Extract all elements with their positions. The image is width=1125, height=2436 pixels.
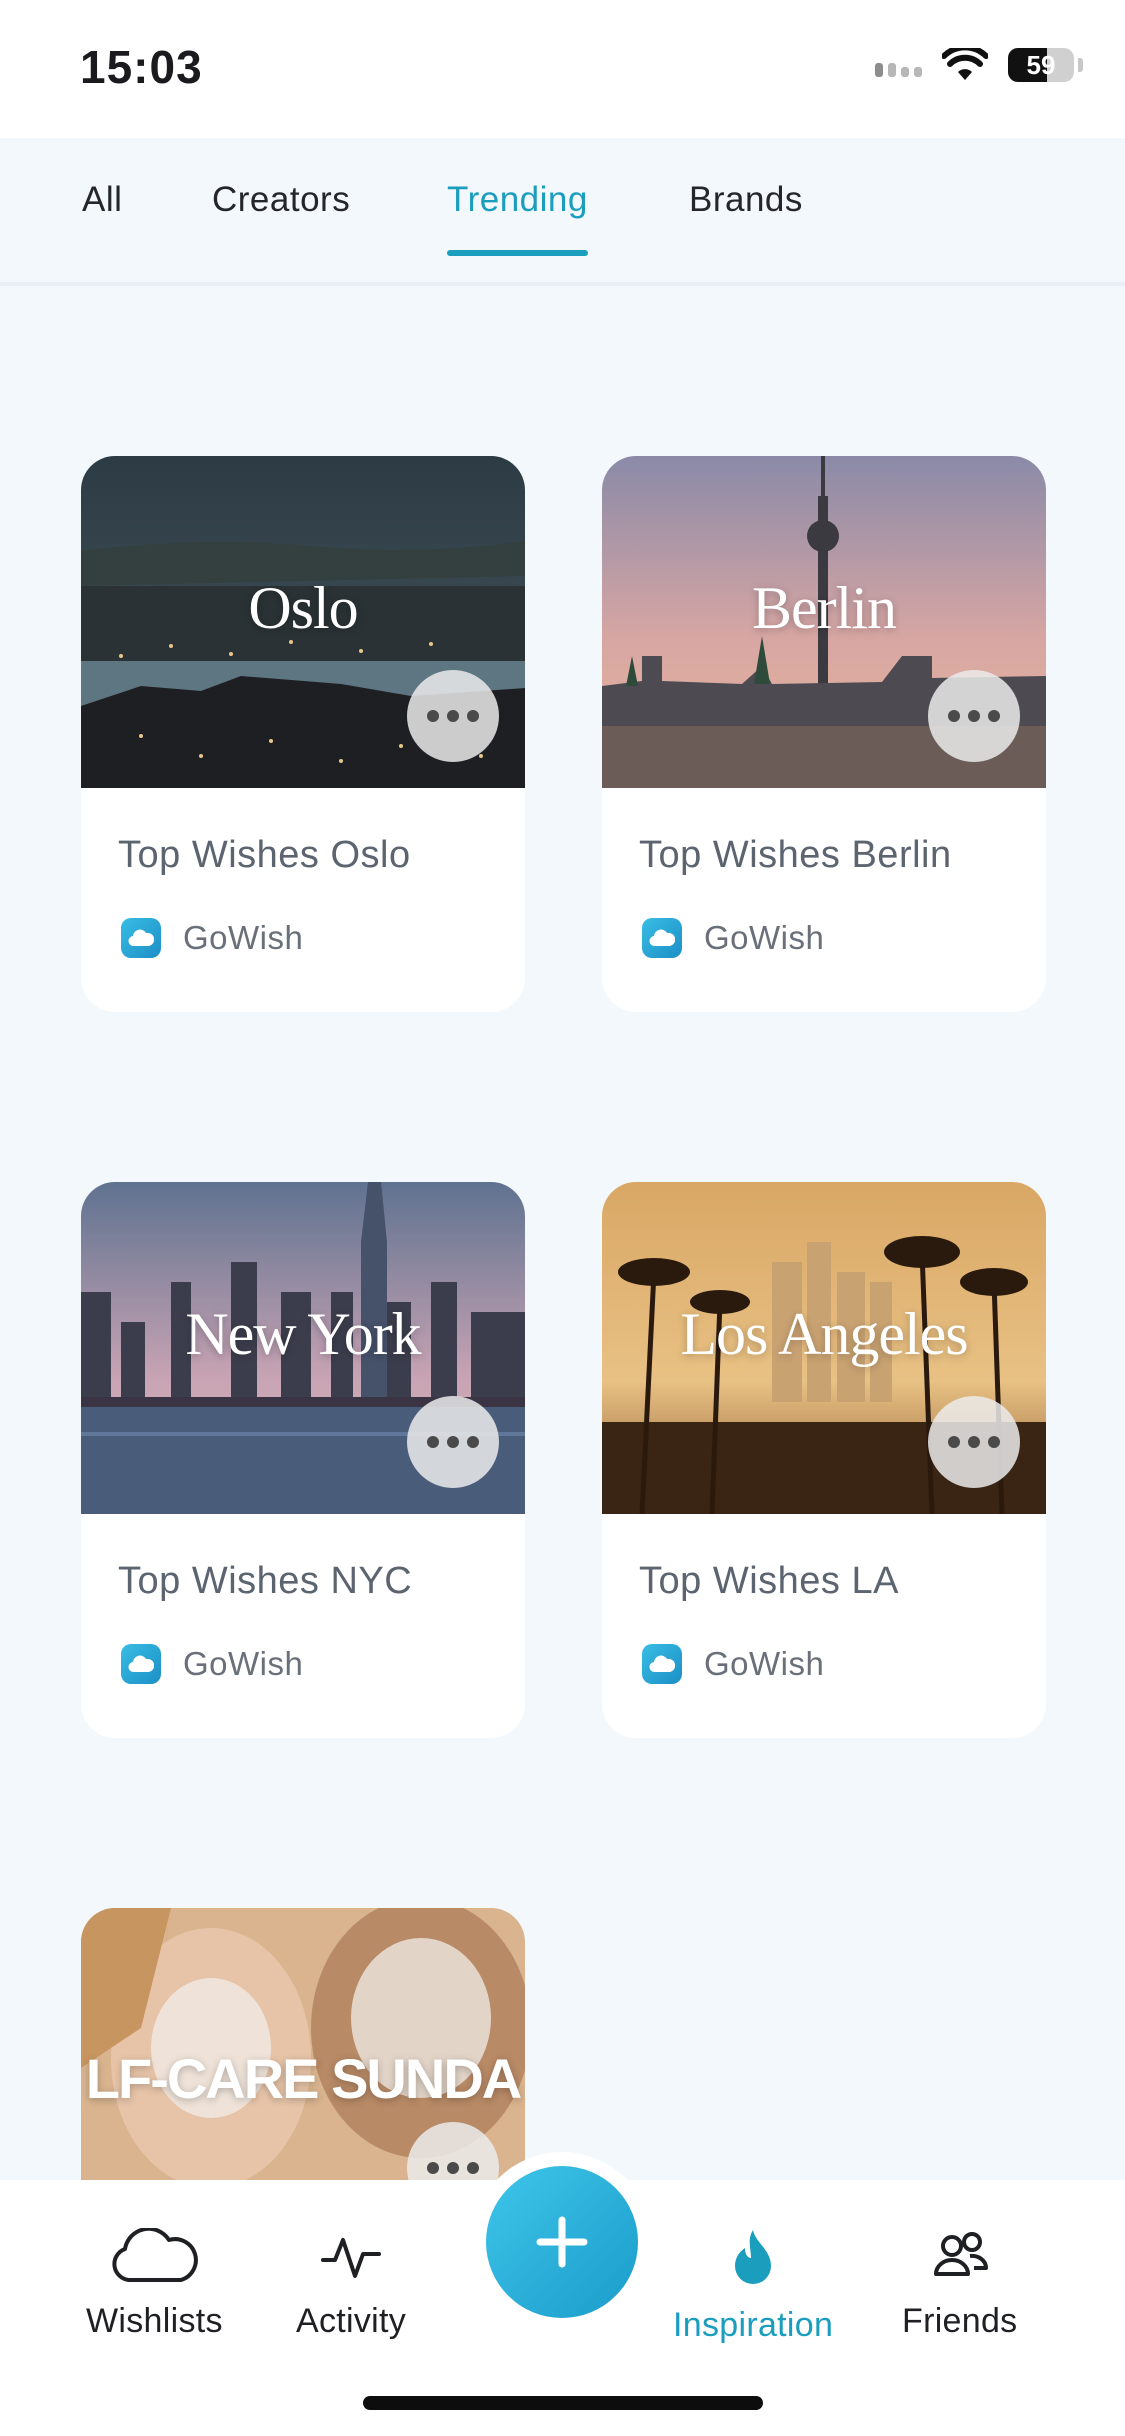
- card-title: Top Wishes Berlin: [639, 834, 952, 876]
- gowish-logo-icon: [642, 918, 682, 958]
- card-title: Top Wishes NYC: [118, 1560, 413, 1602]
- card-image-nyc: New York: [81, 1182, 525, 1514]
- card-title: Top Wishes LA: [639, 1560, 899, 1602]
- battery-percent: 59: [1026, 50, 1056, 80]
- card-image-la: Los Angeles: [602, 1182, 1046, 1514]
- card-image-oslo: Oslo: [81, 456, 525, 788]
- nav-label: Friends: [902, 2302, 1018, 2340]
- nav-label: Inspiration: [673, 2306, 834, 2344]
- card-creator[interactable]: GoWish: [121, 1644, 303, 1684]
- gowish-logo-icon: [121, 1644, 161, 1684]
- creator-name: GoWish: [704, 1645, 825, 1682]
- cloud-icon: [112, 2228, 199, 2282]
- nav-wishlists[interactable]: Wishlists: [86, 2228, 223, 2341]
- battery-cap: [1078, 58, 1083, 72]
- card-image-caption: Los Angeles: [680, 1301, 968, 1367]
- status-bar: 15:03 59: [0, 0, 1125, 138]
- nav-friends[interactable]: Friends: [902, 2228, 1017, 2341]
- nav-activity[interactable]: Activity: [296, 2228, 406, 2341]
- add-button[interactable]: [486, 2166, 638, 2318]
- gowish-logo-icon: [642, 1644, 682, 1684]
- cellular-signal-icon: [875, 53, 922, 77]
- more-options-button[interactable]: [407, 1396, 499, 1488]
- card-creator[interactable]: GoWish: [642, 918, 824, 958]
- wishlist-card-berlin[interactable]: Berlin Top Wishes Berlin GoWish: [602, 456, 1046, 1012]
- card-creator[interactable]: GoWish: [642, 1644, 824, 1684]
- wishlist-card-self-care[interactable]: LF-CARE SUNDA: [81, 1908, 525, 2180]
- activity-icon: [321, 2238, 382, 2278]
- more-options-button[interactable]: [928, 670, 1020, 762]
- card-image-caption: Berlin: [752, 575, 897, 641]
- card-image-caption: Oslo: [248, 575, 358, 641]
- plus-icon: [536, 2216, 588, 2268]
- category-tabs: All Creators Trending Brands: [0, 138, 1125, 286]
- tab-brands[interactable]: Brands: [689, 180, 803, 250]
- flame-icon: [735, 2230, 772, 2284]
- tab-all[interactable]: All: [82, 180, 122, 250]
- card-image-caption: LF-CARE SUNDA: [85, 2047, 522, 2110]
- more-options-button[interactable]: [928, 1396, 1020, 1488]
- wishlist-card-oslo[interactable]: Oslo Top Wishes Oslo GoWish: [81, 456, 525, 1012]
- wishlist-card-la[interactable]: Los Angeles Top Wishes LA GoWish: [602, 1182, 1046, 1738]
- card-image-self-care: LF-CARE SUNDA: [81, 1908, 525, 2180]
- creator-name: GoWish: [183, 919, 304, 956]
- gowish-logo-icon: [121, 918, 161, 958]
- friends-icon: [933, 2232, 988, 2276]
- wifi-icon: [942, 48, 988, 80]
- tab-creators[interactable]: Creators: [212, 180, 350, 250]
- card-title: Top Wishes Oslo: [118, 834, 411, 876]
- battery-icon: 59: [1008, 48, 1074, 82]
- wishlist-card-nyc[interactable]: New York Top Wishes NYC GoWish: [81, 1182, 525, 1738]
- card-image-berlin: Berlin: [602, 456, 1046, 788]
- status-icons: 59: [875, 48, 1083, 82]
- tab-trending[interactable]: Trending: [447, 180, 588, 256]
- status-time: 15:03: [80, 41, 203, 93]
- home-indicator[interactable]: [363, 2396, 763, 2410]
- card-creator[interactable]: GoWish: [121, 918, 303, 958]
- nav-inspiration[interactable]: Inspiration: [673, 2228, 833, 2345]
- creator-name: GoWish: [704, 919, 825, 956]
- card-image-caption: New York: [185, 1301, 421, 1367]
- nav-label: Wishlists: [86, 2302, 223, 2340]
- nav-label: Activity: [296, 2302, 407, 2340]
- creator-name: GoWish: [183, 1645, 304, 1682]
- more-options-button[interactable]: [407, 670, 499, 762]
